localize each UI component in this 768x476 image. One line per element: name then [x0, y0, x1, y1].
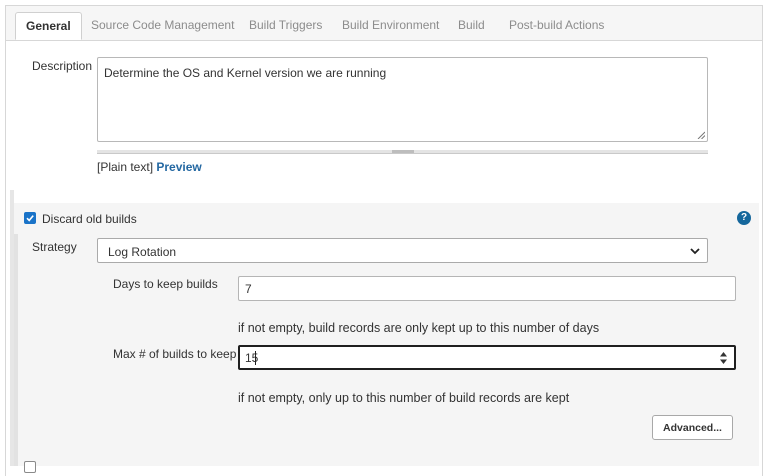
plain-text-label: [Plain text]	[97, 160, 154, 174]
next-option-checkbox[interactable]	[24, 461, 36, 473]
days-to-keep-label: Days to keep builds	[113, 277, 218, 291]
discard-old-builds-checkbox[interactable]	[24, 212, 36, 224]
help-icon[interactable]: ?	[737, 211, 751, 225]
tab-post-build-actions[interactable]: Post-build Actions	[509, 18, 604, 32]
preview-link[interactable]: Preview	[156, 160, 201, 174]
advanced-button[interactable]: Advanced...	[652, 415, 733, 440]
tab-general[interactable]: General	[15, 12, 82, 40]
scrollbar-grip[interactable]	[392, 150, 414, 153]
text-caret	[255, 351, 256, 365]
description-preview-scrollbar[interactable]	[97, 150, 708, 154]
strategy-label: Strategy	[32, 240, 77, 254]
tab-bar: General Source Code Management Build Tri…	[6, 6, 762, 41]
description-label: Description	[32, 59, 93, 73]
strategy-select[interactable]: Log Rotation	[97, 238, 708, 263]
strategy-selected-value: Log Rotation	[108, 245, 177, 259]
resize-grip-icon[interactable]	[697, 131, 705, 139]
description-format-row: [Plain text] Preview	[97, 160, 202, 174]
check-icon	[26, 215, 34, 222]
tab-build-triggers[interactable]: Build Triggers	[249, 18, 322, 32]
days-to-keep-hint: if not empty, build records are only kep…	[238, 321, 600, 335]
max-builds-hint: if not empty, only up to this number of …	[238, 391, 570, 405]
spinner-arrows-icon[interactable]	[719, 351, 728, 365]
max-builds-input[interactable]	[238, 345, 736, 370]
description-textarea[interactable]: Determine the OS and Kernel version we a…	[98, 58, 707, 141]
description-field[interactable]: Determine the OS and Kernel version we a…	[97, 57, 708, 142]
tab-source-code-management[interactable]: Source Code Management	[91, 18, 234, 32]
chevron-down-icon	[690, 248, 700, 255]
days-to-keep-input[interactable]	[238, 276, 736, 301]
discard-old-builds-label[interactable]: Discard old builds	[42, 212, 137, 226]
max-builds-label: Max # of builds to keep	[113, 347, 237, 361]
nested-indent-bar	[14, 234, 18, 466]
tab-build-environment[interactable]: Build Environment	[342, 18, 439, 32]
tab-build[interactable]: Build	[458, 18, 485, 32]
